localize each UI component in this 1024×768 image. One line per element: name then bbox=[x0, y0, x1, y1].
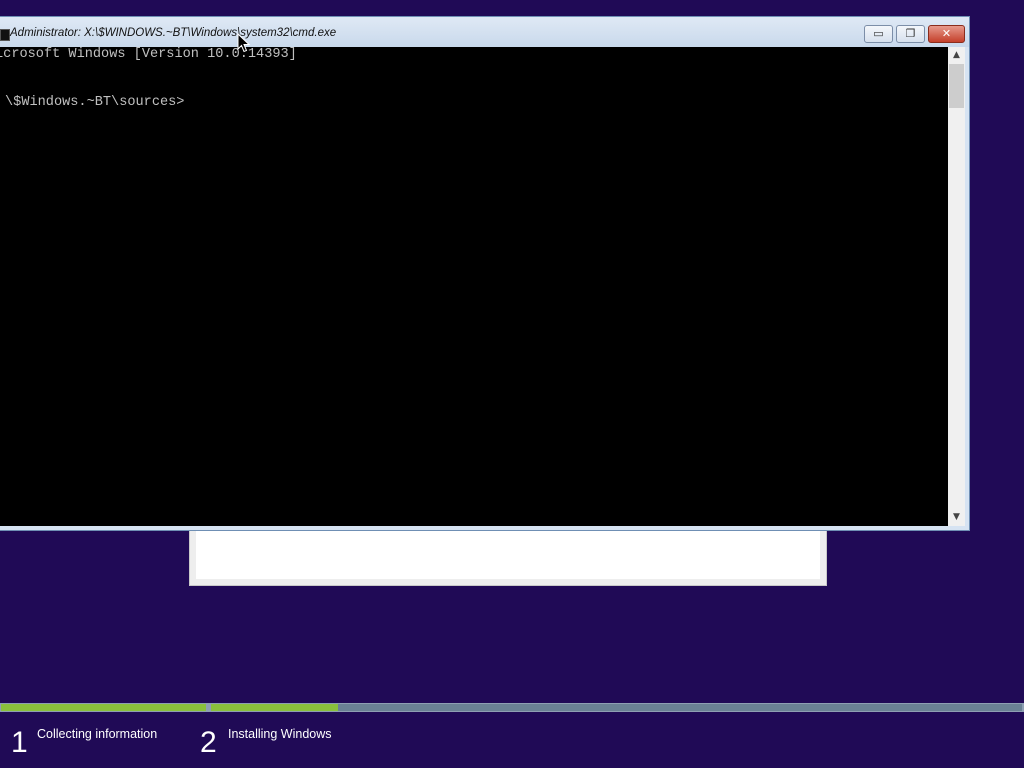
minimize-button[interactable]: ▭ bbox=[864, 25, 893, 43]
console-version-line: icrosoft Windows [Version 10.0.14393] bbox=[0, 47, 297, 62]
step-2-number: 2 bbox=[200, 726, 217, 759]
mouse-cursor-icon bbox=[237, 33, 251, 53]
scroll-up-icon: ▲ bbox=[953, 50, 960, 60]
window-title: Administrator: X:\$WINDOWS.~BT\Windows\s… bbox=[10, 27, 337, 39]
console-prompt-line[interactable]: \$Windows.~BT\sources> bbox=[5, 95, 184, 110]
cmd-app-icon[interactable] bbox=[0, 29, 10, 41]
maximize-icon: ❐ bbox=[905, 27, 916, 40]
vertical-scrollbar[interactable]: ▲ ▼ bbox=[948, 47, 965, 526]
step-1-label: Collecting information bbox=[37, 727, 158, 741]
progress-fill-installing bbox=[211, 704, 339, 711]
progress-segment-installing bbox=[211, 704, 1022, 711]
progress-fill-collecting bbox=[1, 704, 206, 711]
step-2-label: Installing Windows bbox=[228, 727, 332, 741]
progress-segment-collecting bbox=[1, 704, 206, 711]
step-1-number: 1 bbox=[11, 726, 28, 759]
title-bar[interactable]: Administrator: X:\$WINDOWS.~BT\Windows\s… bbox=[0, 17, 969, 47]
scroll-down-button[interactable]: ▼ bbox=[948, 509, 965, 526]
scroll-down-icon: ▼ bbox=[953, 512, 960, 522]
close-button[interactable]: ✕ bbox=[928, 25, 965, 43]
scroll-up-button[interactable]: ▲ bbox=[948, 47, 965, 64]
close-icon: ✕ bbox=[941, 27, 952, 40]
cmd-window[interactable]: Administrator: X:\$WINDOWS.~BT\Windows\s… bbox=[0, 16, 970, 531]
scroll-thumb[interactable] bbox=[949, 64, 964, 108]
setup-progress-bar bbox=[0, 703, 1024, 712]
console-output[interactable]: icrosoft Windows [Version 10.0.14393] \$… bbox=[0, 47, 948, 526]
minimize-icon: ▭ bbox=[873, 27, 884, 40]
maximize-button[interactable]: ❐ bbox=[896, 25, 925, 43]
